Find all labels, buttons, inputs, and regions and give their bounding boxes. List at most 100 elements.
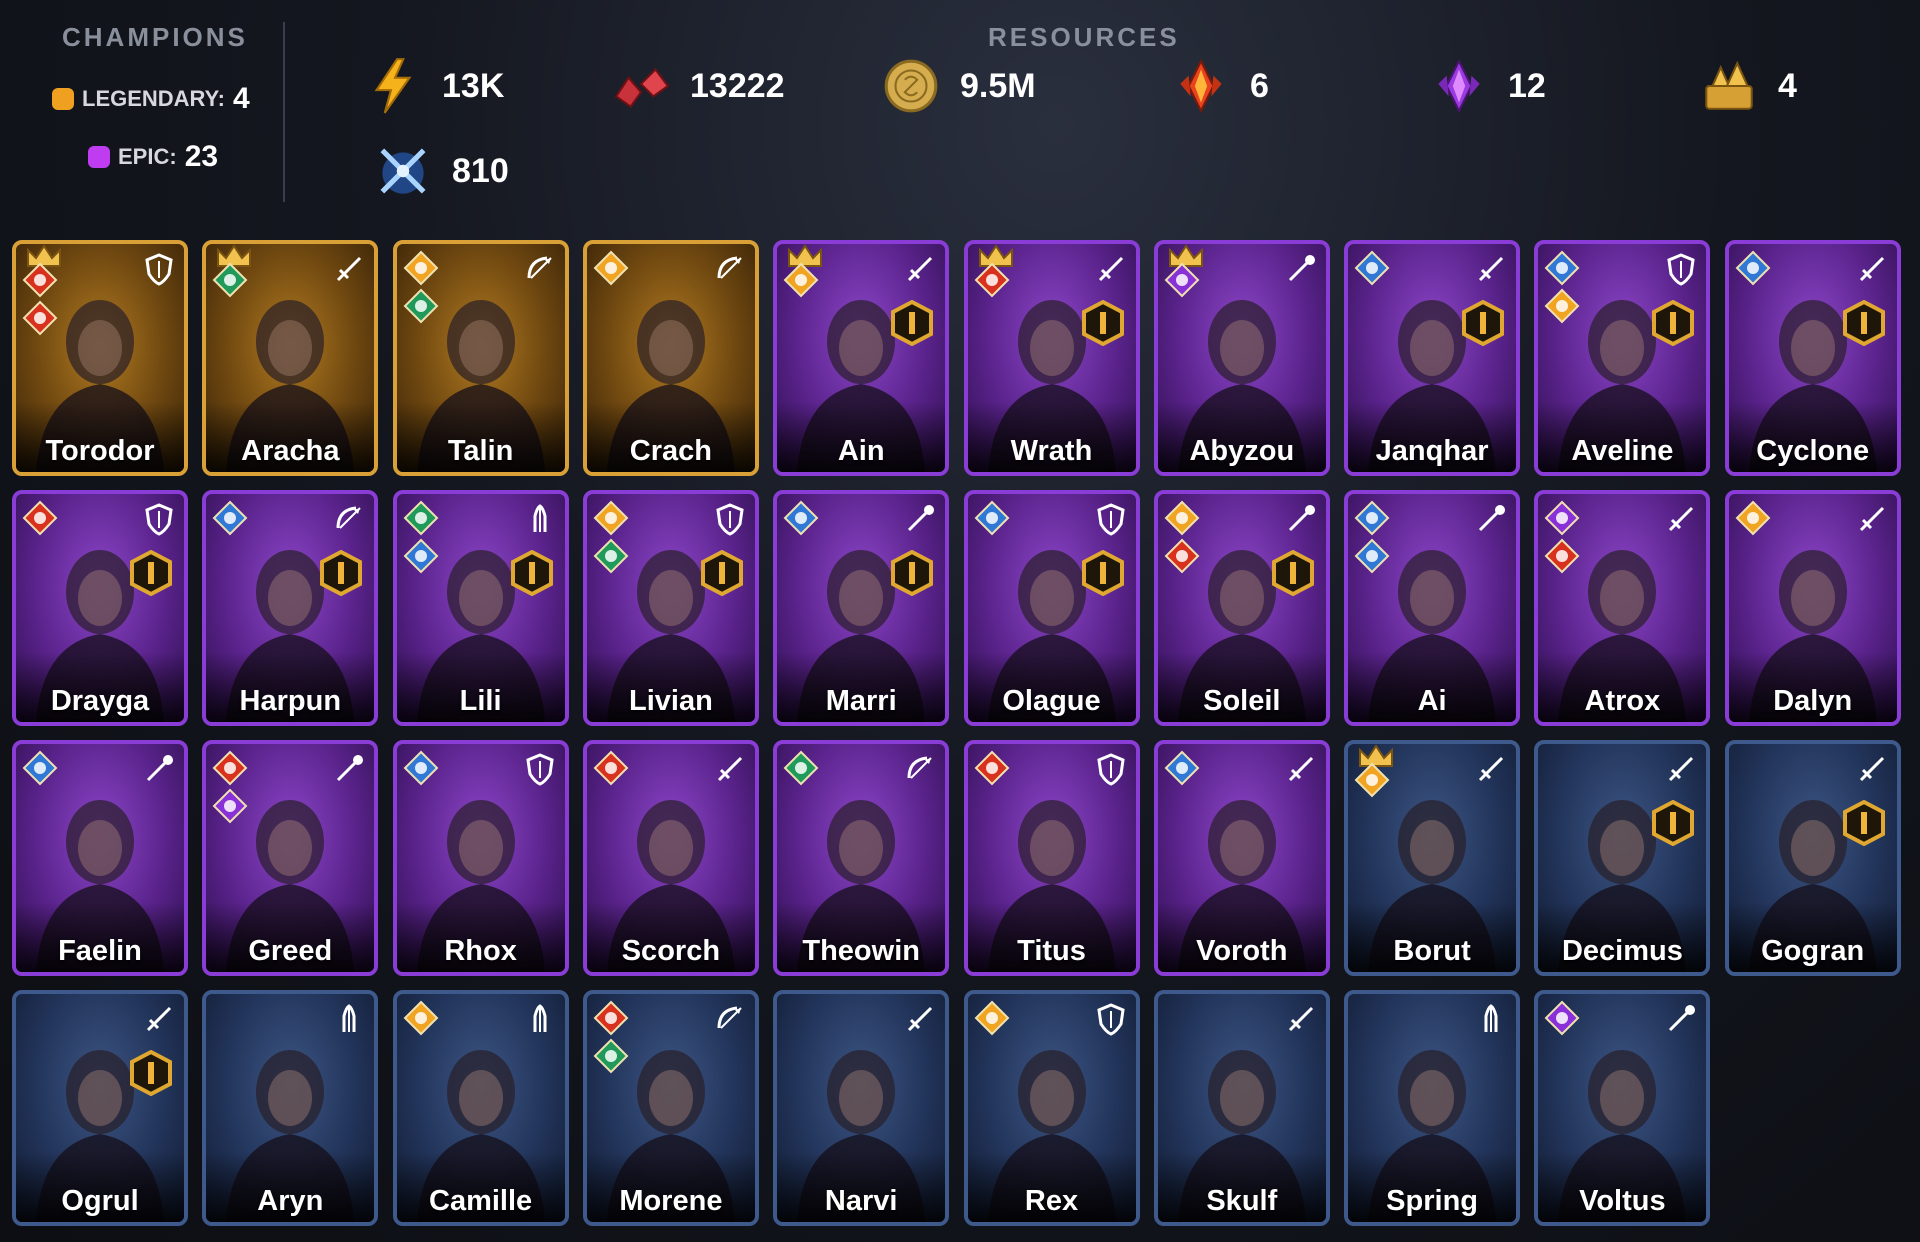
gold-coin-icon <box>884 59 938 113</box>
champion-card[interactable]: Cyclone <box>1724 240 1901 476</box>
resource-energy[interactable]: 13K <box>362 55 504 117</box>
champion-name: Aracha <box>241 435 340 467</box>
champion-card[interactable]: Spring <box>1344 990 1521 1226</box>
champion-name: Voroth <box>1196 935 1288 967</box>
bow-role-icon <box>717 1006 742 1029</box>
resource-gems[interactable]: 13222 <box>610 55 785 117</box>
champion-name: Faelin <box>58 935 142 967</box>
champion-name: Harpun <box>239 685 342 717</box>
champion-card[interactable]: Abyzou <box>1153 240 1330 476</box>
shield-role-icon <box>525 753 554 786</box>
champion-name: Torodor <box>45 435 155 467</box>
champion-card[interactable]: Titus <box>963 740 1140 976</box>
epic-count-row: EPIC: 23 <box>88 140 218 174</box>
water-affinity-icon <box>403 538 439 574</box>
sword-role-icon <box>1098 256 1123 282</box>
champion-card[interactable]: Drayga <box>12 490 188 726</box>
champion-card[interactable]: Rex <box>963 990 1140 1226</box>
sword-role-icon <box>1859 506 1884 532</box>
resource-value: 6 <box>1250 66 1269 105</box>
void-affinity-icon <box>1164 262 1200 298</box>
resource-value: 13222 <box>690 66 785 105</box>
champion-card[interactable]: Janqhar <box>1344 240 1521 476</box>
champion-card[interactable]: Faelin <box>12 740 188 976</box>
epic-dot-icon <box>88 146 110 168</box>
radiant-affinity-icon <box>974 1000 1009 1036</box>
fire-affinity-icon <box>22 262 58 298</box>
champion-card[interactable]: Talin <box>392 240 569 476</box>
fire-affinity-icon <box>974 262 1009 298</box>
champion-card[interactable]: Skulf <box>1153 990 1330 1226</box>
champion-name: Greed <box>248 935 333 967</box>
resource-value: 9.5M <box>960 66 1036 105</box>
champion-card[interactable]: Crach <box>582 240 759 476</box>
water-affinity-icon <box>212 500 248 536</box>
champion-card[interactable]: Ain <box>773 240 950 476</box>
void-affinity-icon <box>1544 1000 1580 1036</box>
champion-card[interactable]: Gogran <box>1724 740 1901 976</box>
champion-card[interactable]: Marri <box>773 490 950 726</box>
water-affinity-icon <box>1164 750 1200 786</box>
champion-card[interactable]: Scorch <box>582 740 759 976</box>
champion-card[interactable]: Olague <box>963 490 1140 726</box>
champion-card[interactable]: Torodor <box>12 240 188 476</box>
ascension-badge-icon <box>1462 300 1505 346</box>
gold-pile-icon <box>1705 60 1753 110</box>
bow-role-icon <box>336 506 362 529</box>
champion-card[interactable]: Dalyn <box>1724 490 1901 726</box>
champion-card[interactable]: Soleil <box>1153 490 1330 726</box>
sword-role-icon <box>1669 506 1694 532</box>
champion-card[interactable]: Voltus <box>1534 990 1711 1226</box>
champion-card[interactable]: Borut <box>1344 740 1521 976</box>
champion-card[interactable]: Aryn <box>202 990 379 1226</box>
champion-name: Drayga <box>50 685 150 717</box>
radiant-affinity-icon <box>593 250 629 286</box>
void-affinity-icon <box>212 788 248 824</box>
champion-card[interactable]: Atrox <box>1534 490 1711 726</box>
ascension-badge-icon <box>130 1050 172 1096</box>
champion-card[interactable]: Aracha <box>202 240 379 476</box>
champion-name: Scorch <box>621 935 721 967</box>
radiant-affinity-icon <box>1164 500 1200 536</box>
shield-role-icon <box>1096 1003 1125 1036</box>
champion-card[interactable]: Narvi <box>773 990 950 1226</box>
legendary-count-row: LEGENDARY: 4 <box>52 82 250 116</box>
shield-role-icon <box>145 253 173 286</box>
fire-affinity-icon <box>22 500 58 536</box>
resource-silver[interactable]: 9.5M <box>880 55 1036 117</box>
sword-role-icon <box>1288 1006 1313 1032</box>
champion-name: Voltus <box>1579 1185 1666 1217</box>
resource-fire-crystal[interactable]: 6 <box>1170 55 1269 117</box>
ascension-badge-icon <box>1652 800 1695 846</box>
prayer-role-icon <box>342 1004 356 1032</box>
shield-role-icon <box>716 503 744 536</box>
champion-card[interactable]: Decimus <box>1534 740 1711 976</box>
resource-gold-pile[interactable]: 4 <box>1698 55 1797 117</box>
sword-role-icon <box>1669 756 1694 782</box>
champion-card[interactable]: Lili <box>392 490 569 726</box>
champion-name: Talin <box>447 435 514 467</box>
radiant-affinity-icon <box>1735 500 1771 536</box>
champion-card[interactable]: Wrath <box>963 240 1140 476</box>
champion-card[interactable]: Ai <box>1344 490 1521 726</box>
champion-card[interactable]: Greed <box>202 740 379 976</box>
resource-arena[interactable]: 810 <box>372 140 509 202</box>
epic-count: 23 <box>184 140 219 173</box>
champion-card[interactable]: Ogrul <box>12 990 188 1226</box>
champion-card[interactable]: Morene <box>582 990 759 1226</box>
champion-name: Aveline <box>1571 435 1674 467</box>
bow-role-icon <box>717 256 742 279</box>
champion-card[interactable]: Voroth <box>1153 740 1330 976</box>
resource-void-crystal[interactable]: 12 <box>1428 55 1546 117</box>
champion-card[interactable]: Camille <box>392 990 569 1226</box>
champion-card[interactable]: Rhox <box>392 740 569 976</box>
champion-card[interactable]: Aveline <box>1534 240 1711 476</box>
champion-card[interactable]: Livian <box>582 490 759 726</box>
champion-name: Ain <box>837 435 885 467</box>
champion-card[interactable]: Theowin <box>773 740 950 976</box>
ascension-badge-icon <box>1842 300 1885 346</box>
champion-card[interactable]: Harpun <box>202 490 379 726</box>
epic-label: EPIC: <box>118 144 177 169</box>
champion-name: Borut <box>1393 935 1471 967</box>
champion-name: Marri <box>825 685 897 717</box>
